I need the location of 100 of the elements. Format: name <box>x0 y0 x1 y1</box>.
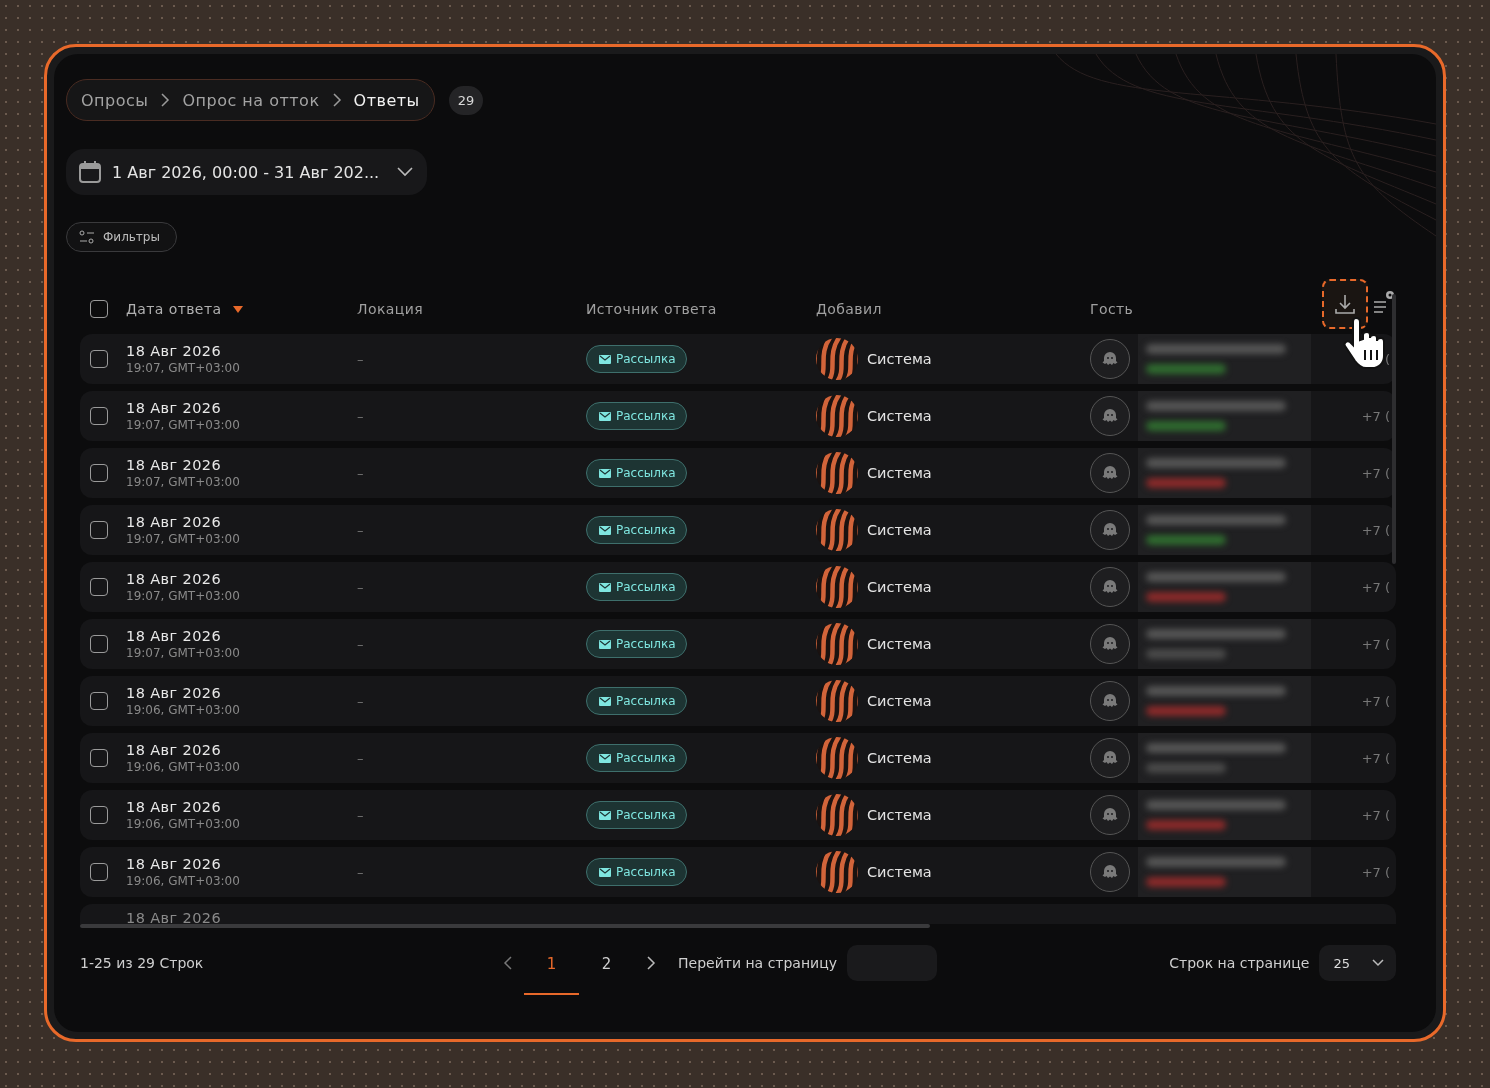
count-badge: 29 <box>448 85 484 115</box>
guest-phone: +7 ( <box>1361 750 1390 766</box>
envelope-icon <box>599 525 611 535</box>
guest-phone: +7 ( <box>1361 864 1390 880</box>
location-cell-text: – <box>357 864 365 880</box>
envelope-icon <box>599 696 611 706</box>
table-row[interactable]: 18 Авг 2026 19:06, GMT+03:00 – Рассылка Система +7 ( <box>80 847 1396 897</box>
horizontal-scrollbar[interactable] <box>80 924 930 928</box>
row-checkbox[interactable] <box>90 692 108 710</box>
table-row[interactable]: 18 Авг 2026 19:07, GMT+03:00 – Рассылка Система +7 ( <box>80 619 1396 669</box>
added-by-name: Система <box>867 693 932 709</box>
avatar-icon <box>816 851 858 893</box>
answer-date: 18 Авг 2026 <box>126 457 223 473</box>
source-badge: Рассылка <box>586 744 687 772</box>
chevron-down-icon <box>397 167 414 177</box>
source-badge: Рассылка <box>586 345 687 373</box>
page-button[interactable]: 2 <box>579 945 634 995</box>
answer-date: 18 Авг 2026 <box>126 799 223 815</box>
ghost-icon <box>1102 693 1118 709</box>
avatar-icon <box>816 338 858 380</box>
sort-caret-icon[interactable] <box>233 305 244 313</box>
answer-date: 18 Авг 2026 <box>126 400 223 416</box>
ghost-icon <box>1102 408 1118 424</box>
row-checkbox[interactable] <box>90 863 108 881</box>
answer-date: 18 Авг 2026 <box>126 685 223 701</box>
row-checkbox[interactable] <box>90 407 108 425</box>
source-badge: Рассылка <box>586 402 687 430</box>
ghost-icon <box>1102 864 1118 880</box>
answer-time: 19:07, GMT+03:00 <box>126 589 241 603</box>
ghost-icon <box>1102 465 1118 481</box>
column-header[interactable]: Источник ответа <box>586 301 717 317</box>
guest-phone: +7 ( <box>1361 408 1390 424</box>
guest-phone: +7 ( <box>1361 465 1390 481</box>
source-badge: Рассылка <box>586 516 687 544</box>
guest-phone: +7 ( <box>1361 522 1390 538</box>
vertical-scrollbar[interactable] <box>1392 294 1396 564</box>
answer-date: 18 Авг 2026 <box>126 742 223 758</box>
answer-date: 18 Авг 2026 <box>126 628 223 644</box>
avatar-icon <box>816 566 858 608</box>
row-checkbox[interactable] <box>90 350 108 368</box>
added-by-name: Система <box>867 750 932 766</box>
added-by-name: Система <box>867 579 932 595</box>
table-row[interactable]: 18 Авг 2026 19:07, GMT+03:00 – Рассылка Система +7 ( <box>80 562 1396 612</box>
answer-time: 19:07, GMT+03:00 <box>126 646 241 660</box>
answer-date: 18 Авг 2026 <box>126 514 223 530</box>
added-by-name: Система <box>867 465 932 481</box>
answer-time: 19:06, GMT+03:00 <box>126 817 241 831</box>
select-all-checkbox[interactable] <box>90 300 108 318</box>
download-icon <box>1333 292 1357 316</box>
ghost-icon <box>1102 636 1118 652</box>
table-row[interactable]: 18 Авг 2026 19:06, GMT+03:00 – Рассылка Система +7 ( <box>80 733 1396 783</box>
download-button[interactable] <box>1322 279 1368 329</box>
filters-button[interactable]: Фильтры <box>66 222 177 252</box>
added-by-name: Система <box>867 636 932 652</box>
answer-time: 19:06, GMT+03:00 <box>126 703 241 717</box>
ghost-icon <box>1102 579 1118 595</box>
column-header[interactable]: Дата ответа <box>126 301 222 317</box>
table-row[interactable]: 18 Авг 2026 19:06, GMT+03:00 – Рассылка Система +7 ( <box>80 790 1396 840</box>
page-button[interactable]: 1 <box>524 945 579 995</box>
source-badge: Рассылка <box>586 858 687 886</box>
breadcrumb-link[interactable]: Ответы <box>353 90 420 110</box>
answer-time: 19:07, GMT+03:00 <box>126 418 241 432</box>
ghost-icon <box>1102 750 1118 766</box>
avatar-icon <box>816 452 858 494</box>
envelope-icon <box>599 639 611 649</box>
row-checkbox[interactable] <box>90 635 108 653</box>
column-header[interactable]: Добавил <box>816 301 882 317</box>
ghost-icon <box>1102 807 1118 823</box>
table-row[interactable]: 18 Авг 2026 <box>80 904 1396 924</box>
column-header[interactable]: Гость <box>1090 301 1134 317</box>
answer-date: 18 Авг 2026 <box>126 910 223 924</box>
column-settings-icon[interactable] <box>1372 288 1396 316</box>
answer-date: 18 Авг 2026 <box>126 856 223 872</box>
rows-per-page-select[interactable]: 25 <box>1319 945 1396 981</box>
chevron-left-icon <box>502 956 512 970</box>
guest-phone: +7 ( <box>1361 636 1390 652</box>
row-checkbox[interactable] <box>90 464 108 482</box>
row-checkbox[interactable] <box>90 806 108 824</box>
envelope-icon <box>599 582 611 592</box>
location-cell-text: – <box>357 693 365 709</box>
row-checkbox[interactable] <box>90 578 108 596</box>
avatar-icon <box>816 737 858 779</box>
row-checkbox[interactable] <box>90 521 108 539</box>
location-cell-text: – <box>357 807 365 823</box>
column-header[interactable]: Локация <box>357 301 423 317</box>
guest-phone: +7 ( <box>1361 693 1390 709</box>
date-range-picker[interactable]: 1 Авг 2026, 00:00 - 31 Авг 202... <box>66 149 428 195</box>
envelope-icon <box>599 810 611 820</box>
avatar-icon <box>816 680 858 722</box>
goto-page-label: Перейти на страницу <box>678 955 837 971</box>
avatar-icon <box>816 623 858 665</box>
guest-phone: +7 ( <box>1361 807 1390 823</box>
envelope-icon <box>599 867 611 877</box>
breadcrumb-link[interactable]: Опрос на отток <box>182 90 320 110</box>
breadcrumb-link[interactable]: Опросы <box>81 90 149 110</box>
row-checkbox[interactable] <box>90 749 108 767</box>
location-cell-text: – <box>357 579 365 595</box>
source-badge: Рассылка <box>586 630 687 658</box>
table-row[interactable]: 18 Авг 2026 19:06, GMT+03:00 – Рассылка Система +7 ( <box>80 676 1396 726</box>
envelope-icon <box>599 411 611 421</box>
